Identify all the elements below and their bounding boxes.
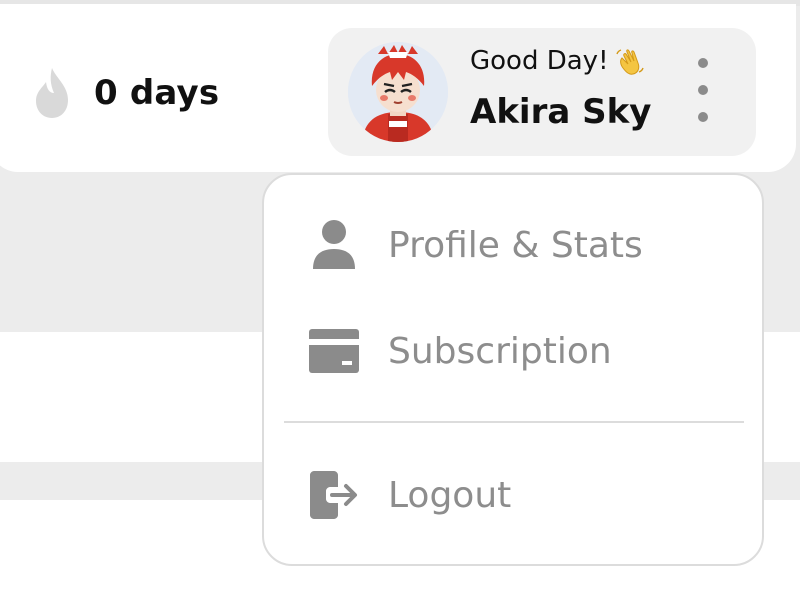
flame-icon: [36, 68, 68, 118]
menu-divider: [284, 421, 744, 423]
greeting-line: Good Day!: [470, 46, 645, 76]
kebab-dot: [698, 58, 708, 68]
menu-label-logout: Logout: [388, 474, 512, 516]
user-dropdown-menu: Profile & Stats Subscription Logout: [262, 173, 764, 566]
user-name: Akira Sky: [470, 92, 652, 132]
menu-item-profile-stats[interactable]: Profile & Stats: [308, 215, 643, 275]
more-vertical-icon[interactable]: [688, 58, 718, 122]
top-header: 0 days Good Day! Akira Sky: [0, 4, 796, 172]
credit-card-icon: [308, 325, 360, 377]
kebab-dot: [698, 112, 708, 122]
app-screen: 0 days Good Day! Akira Sky Profile & Sta…: [0, 0, 800, 613]
menu-label-profile-stats: Profile & Stats: [388, 224, 643, 266]
streak-value: 0 days: [94, 73, 220, 113]
avatar-illustration: [348, 42, 448, 142]
kebab-dot: [698, 85, 708, 95]
streak-counter: 0 days: [30, 66, 219, 120]
waving-hand-icon: [615, 49, 644, 75]
user-profile-card[interactable]: Good Day! Akira Sky: [328, 28, 756, 156]
user-icon: [308, 219, 360, 271]
logout-icon: [308, 469, 360, 521]
avatar[interactable]: [348, 42, 448, 142]
menu-item-subscription[interactable]: Subscription: [308, 321, 612, 381]
greeting-text: Good Day!: [470, 46, 609, 76]
menu-item-logout[interactable]: Logout: [308, 465, 511, 525]
menu-label-subscription: Subscription: [388, 330, 612, 372]
